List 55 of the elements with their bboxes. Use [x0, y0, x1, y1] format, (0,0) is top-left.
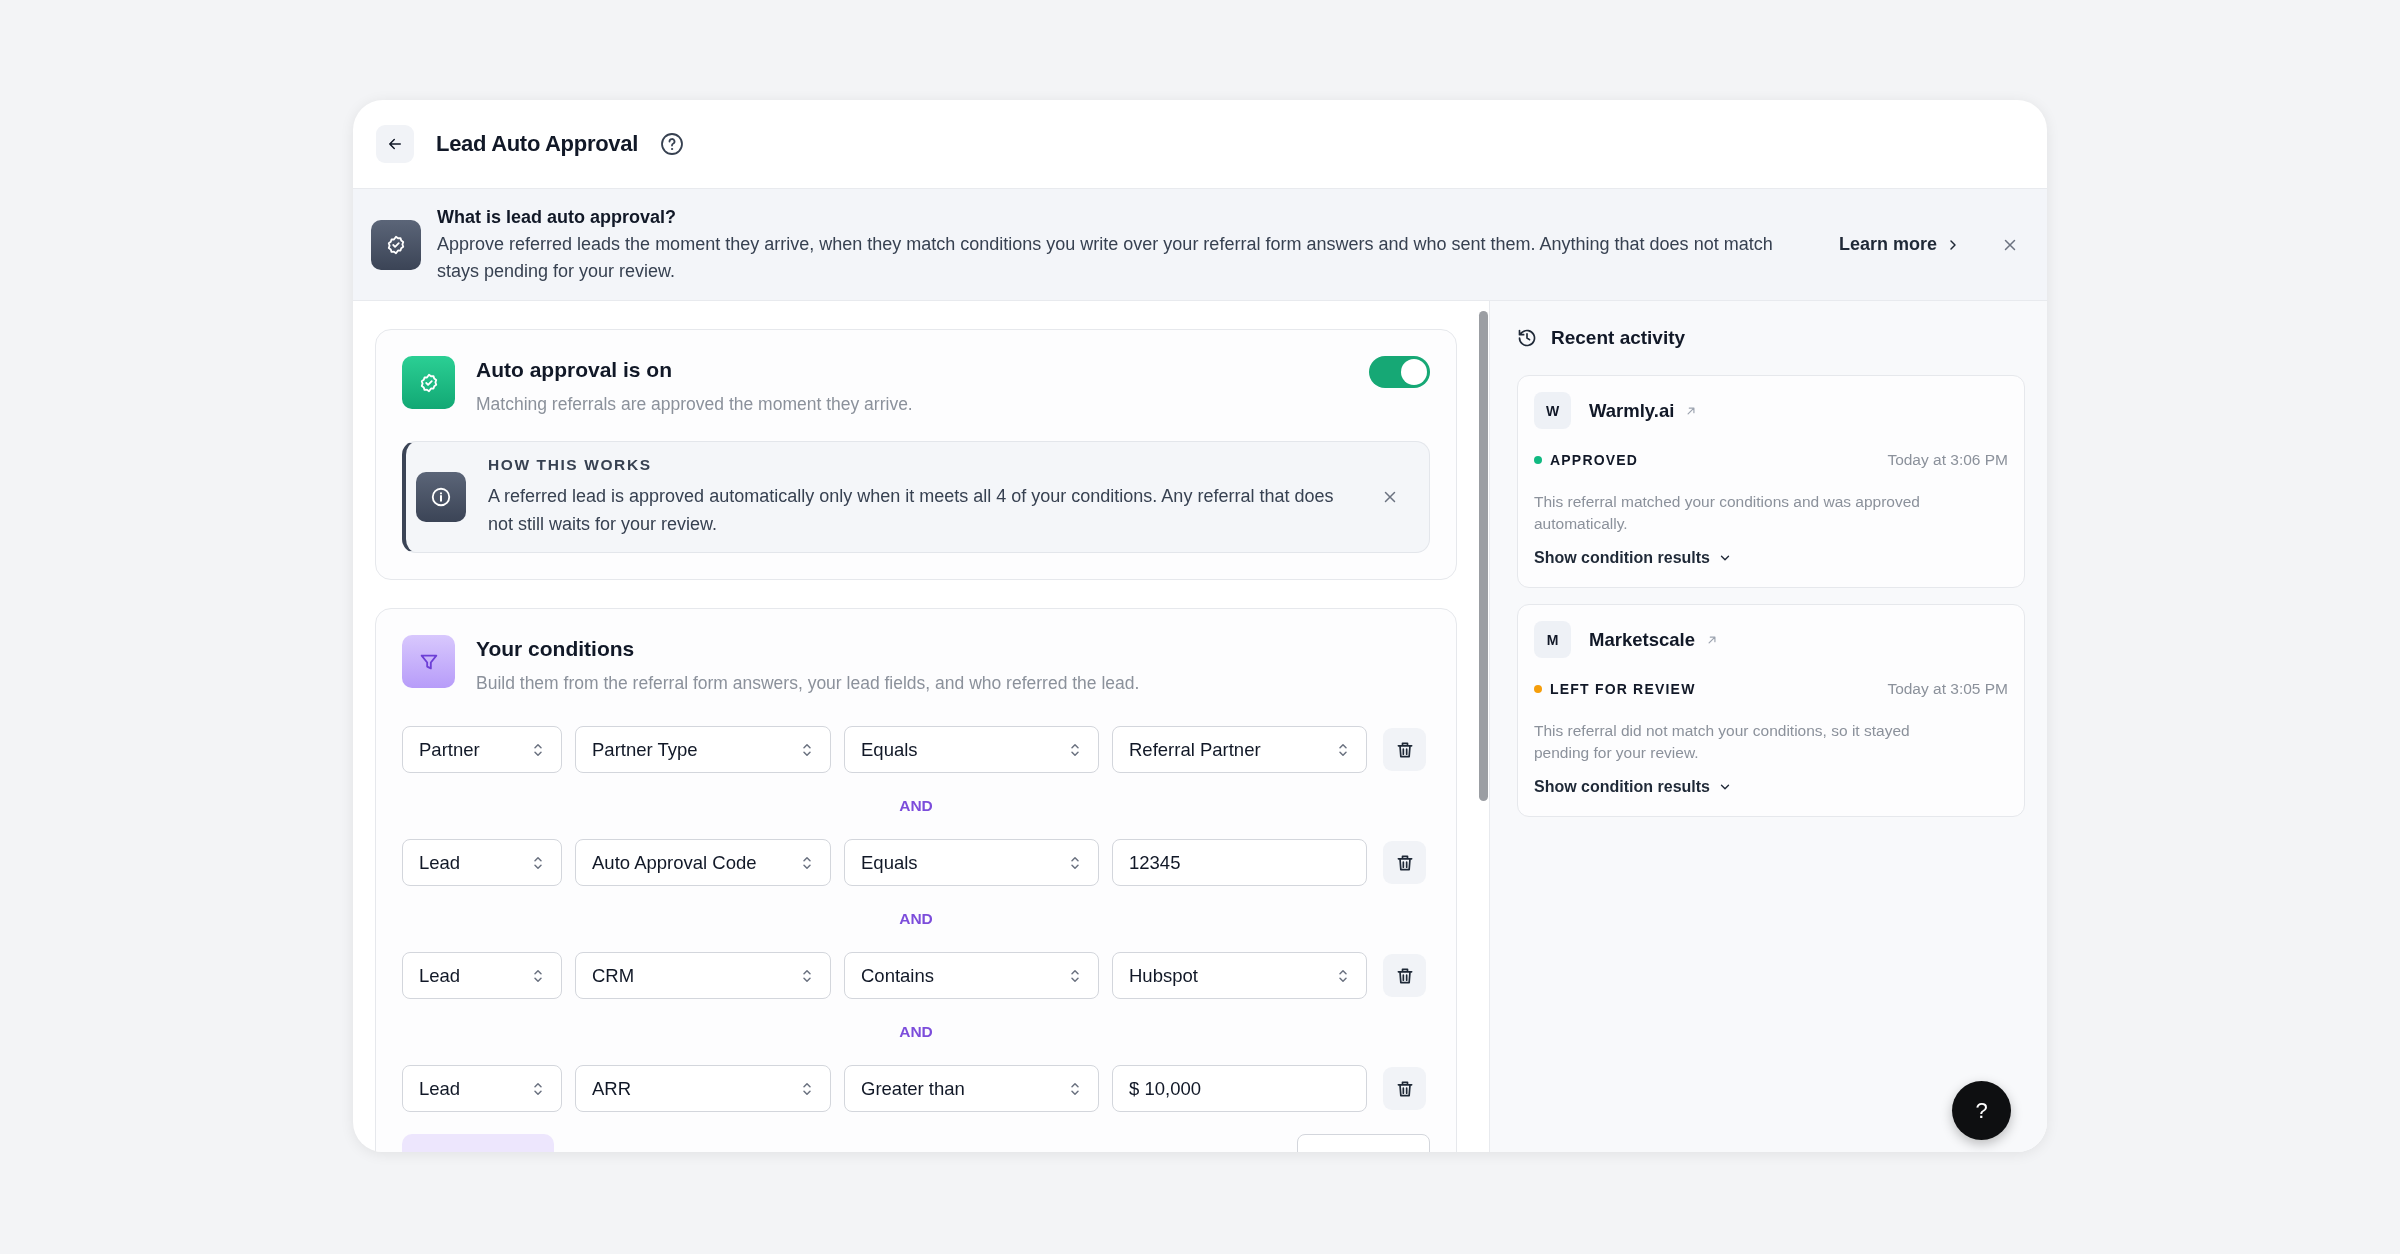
status-label: LEFT FOR REVIEW — [1550, 681, 1697, 697]
company-link[interactable]: Marketscale — [1589, 628, 1719, 651]
card-subtitle: Build them from the referral form answers, your lead fields, and who referred the lead. — [476, 673, 1141, 694]
select-field[interactable]: Referral Partner — [1112, 726, 1367, 773]
status-label: APPROVED — [1550, 452, 1640, 468]
card-title: Your conditions — [476, 637, 636, 661]
select-field[interactable]: Auto Approval Code — [575, 839, 831, 886]
banner-title: What is lead auto approval? — [437, 206, 678, 229]
activity-description: This referral did not match your conditions, so it stayed pending for your review. — [1534, 721, 1911, 763]
page-title: Lead Auto Approval — [436, 131, 638, 157]
badge-check-icon — [371, 219, 421, 270]
callout-title: HOW THIS WORKS — [488, 456, 653, 474]
input-field[interactable]: $ 10,000 — [1112, 1065, 1367, 1112]
help-icon[interactable] — [660, 132, 684, 156]
activity-description: This referral matched your conditions and was approved automatically. — [1534, 492, 1921, 534]
avatar: W — [1534, 392, 1571, 429]
info-icon — [416, 472, 466, 522]
filter-icon — [402, 635, 455, 688]
and-connector: AND — [899, 796, 933, 816]
input-field[interactable]: 12345 — [1112, 839, 1367, 886]
company-link[interactable]: Warmly.ai — [1589, 399, 1699, 422]
show-results-button[interactable]: Show condition results — [1534, 778, 1732, 796]
select-field[interactable]: Partner — [402, 726, 562, 773]
select-field[interactable]: CRM — [575, 952, 831, 999]
badge-check-icon — [402, 356, 455, 409]
delete-button[interactable] — [1383, 841, 1426, 884]
card-title: Auto approval is on — [476, 358, 673, 382]
avatar: M — [1534, 621, 1571, 658]
select-field[interactable]: Hubspot — [1112, 952, 1367, 999]
select-field[interactable]: Partner Type — [575, 726, 831, 773]
scrollbar[interactable] — [1479, 311, 1488, 801]
and-connector: AND — [899, 1022, 933, 1042]
card-subtitle: Matching referrals are approved the moment they arrive. — [476, 394, 914, 415]
select-field[interactable]: ARR — [575, 1065, 831, 1112]
section-title: Recent activity — [1551, 327, 1686, 349]
callout-text: A referred lead is approved automatically only when it meets all 4 of your conditions. Any referral that does not still waits for your review. — [488, 485, 1335, 536]
select-field[interactable]: Lead — [402, 952, 562, 999]
and-connector: AND — [899, 909, 933, 929]
learn-more-link[interactable]: Learn more — [1838, 234, 1961, 255]
show-results-button[interactable]: Show condition results — [1534, 549, 1732, 567]
timestamp: Today at 3:05 PM — [1887, 680, 2008, 698]
timestamp: Today at 3:06 PM — [1887, 451, 2008, 469]
select-field[interactable]: Equals — [844, 726, 1099, 773]
select-field[interactable]: Greater than — [844, 1065, 1099, 1112]
back-button[interactable] — [376, 125, 414, 163]
toggle-switch[interactable] — [1369, 356, 1430, 388]
delete-button[interactable] — [1383, 954, 1426, 997]
select-field[interactable]: Contains — [844, 952, 1099, 999]
history-icon — [1517, 328, 1537, 348]
select-field[interactable]: Equals — [844, 839, 1099, 886]
delete-button[interactable] — [1383, 728, 1426, 771]
select-field[interactable]: Lead — [402, 1065, 562, 1112]
delete-button[interactable] — [1383, 1067, 1426, 1110]
banner-text: Approve referred leads the moment they arrive, when they match conditions you write over your referral form answers and who sent them. Anything that does not match stays pending for your review. — [437, 233, 1774, 283]
select-field[interactable]: Lead — [402, 839, 562, 886]
